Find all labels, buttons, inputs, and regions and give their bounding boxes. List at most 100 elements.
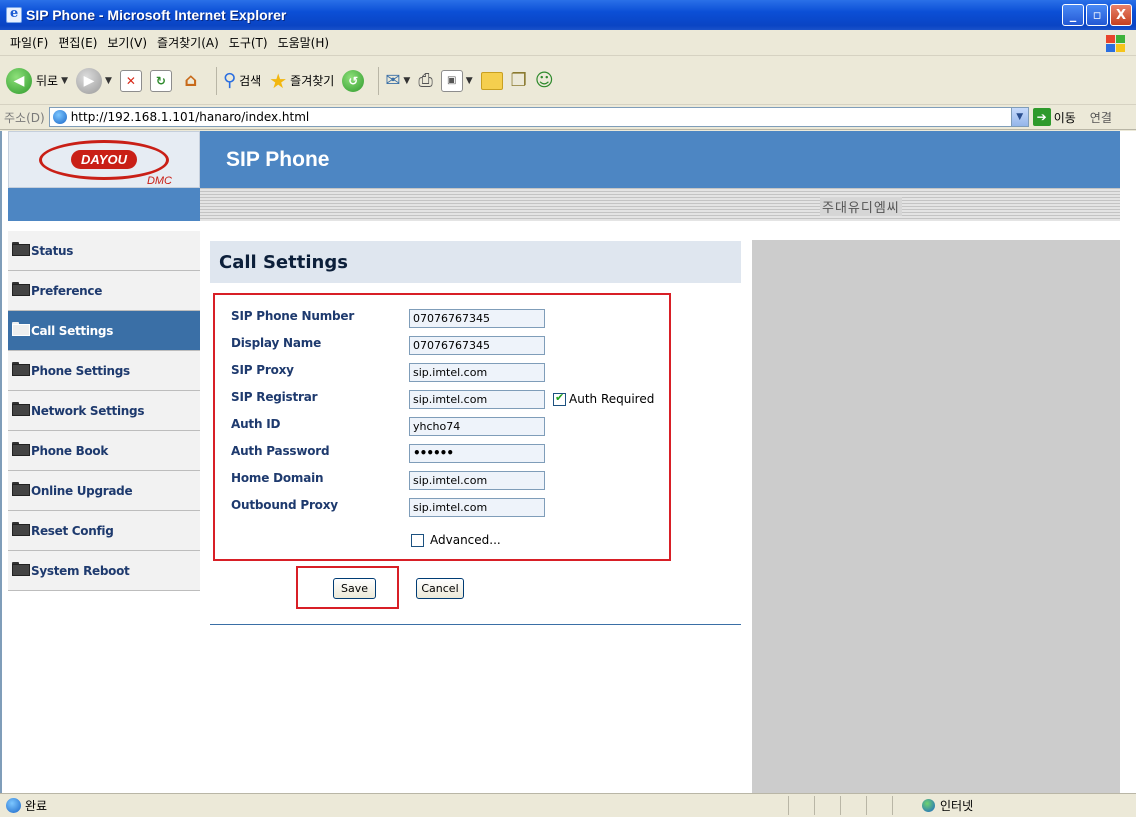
security-zone: 인터넷: [922, 797, 973, 814]
menu-bar: 파일(F) 편집(E) 보기(V) 즐겨찾기(A) 도구(T) 도움말(H): [0, 30, 1136, 56]
printer-icon: ⎙: [418, 70, 433, 91]
sidebar-item-status[interactable]: Status: [8, 231, 200, 271]
search-button[interactable]: ⚲ 검색: [223, 70, 261, 91]
folder-icon: [12, 361, 30, 376]
folder-icon: [480, 71, 503, 90]
folder-icon: [12, 561, 30, 576]
menu-help[interactable]: 도움말(H): [278, 34, 330, 51]
sip-registrar-field[interactable]: sip.imtel.com: [409, 390, 545, 409]
auth-required-checkbox[interactable]: [553, 391, 566, 406]
toolbar-separator: [215, 66, 217, 95]
form-row-sip-phone-number: SIP Phone Number 07076767345: [221, 307, 661, 331]
chevron-down-icon[interactable]: ▼: [105, 76, 112, 86]
sip-phone-number-field[interactable]: 07076767345: [409, 309, 545, 328]
go-label: 이동: [1053, 110, 1076, 125]
address-bar: 주소(D) http://192.168.1.101/hanaro/index.…: [0, 105, 1136, 130]
page-title: Call Settings: [219, 251, 348, 273]
refresh-button[interactable]: ↻: [149, 69, 172, 92]
home-button[interactable]: ⌂: [180, 70, 202, 92]
auth-id-field[interactable]: yhcho74: [409, 417, 545, 436]
field-label: Outbound Proxy: [231, 498, 338, 512]
auth-required-option[interactable]: Auth Required: [553, 391, 654, 406]
folder-icon: [12, 281, 30, 296]
sidebar-item-network-settings[interactable]: Network Settings: [8, 391, 200, 431]
status-cell: [892, 796, 918, 815]
back-label: 뒤로: [36, 74, 59, 88]
sidebar-item-phone-settings[interactable]: Phone Settings: [8, 351, 200, 391]
stop-button[interactable]: ✕: [119, 69, 142, 92]
advanced-option[interactable]: Advanced...: [411, 533, 501, 547]
history-button[interactable]: ↺: [342, 69, 365, 92]
go-button[interactable]: ➔ 이동: [1032, 108, 1076, 126]
page-icon: [52, 110, 67, 124]
field-label: SIP Phone Number: [231, 309, 355, 323]
favorites-button[interactable]: ★ 즐겨찾기: [269, 69, 334, 93]
menu-file[interactable]: 파일(F): [10, 34, 48, 51]
links-label[interactable]: 연결: [1090, 109, 1112, 126]
auth-password-field[interactable]: ••••••: [409, 444, 545, 463]
sidebar-item-call-settings[interactable]: Call Settings: [8, 311, 200, 351]
window-title-bar[interactable]: SIP Phone - Microsoft Internet Explorer …: [0, 0, 1136, 30]
chevron-down-icon[interactable]: ▼: [61, 76, 68, 86]
status-cells: [788, 796, 918, 815]
chevron-down-icon[interactable]: ▼: [403, 76, 410, 86]
menu-view[interactable]: 보기(V): [107, 34, 147, 51]
minimize-button[interactable]: _: [1062, 4, 1084, 26]
field-label: Display Name: [231, 336, 322, 350]
form-row-home-domain: Home Domain sip.imtel.com: [221, 469, 661, 493]
menu-edit[interactable]: 편집(E): [58, 34, 97, 51]
address-url: http://192.168.1.101/hanaro/index.html: [70, 110, 310, 124]
section-title-band: Call Settings: [210, 241, 741, 283]
home-domain-field[interactable]: sip.imtel.com: [409, 471, 545, 490]
sidebar-item-preference[interactable]: Preference: [8, 271, 200, 311]
cancel-button[interactable]: Cancel: [416, 578, 464, 599]
search-label: 검색: [239, 74, 262, 88]
advanced-checkbox[interactable]: [411, 533, 424, 547]
scrollbar-area[interactable]: [1120, 131, 1136, 793]
edit-icon: ▣: [440, 69, 463, 92]
messenger-icon: ☺: [534, 70, 554, 91]
folder-icon: [12, 521, 30, 536]
edit-button[interactable]: ▣ ▼: [440, 69, 473, 92]
sidebar-item-label: Call Settings: [31, 323, 114, 338]
messenger-button[interactable]: ☺: [535, 70, 554, 91]
status-text: 완료: [25, 799, 48, 813]
folder-button[interactable]: [480, 71, 503, 90]
forward-button[interactable]: ▶ ▼: [76, 67, 112, 94]
folder-icon: [12, 241, 30, 256]
research-button[interactable]: ❐: [511, 70, 527, 91]
display-name-field[interactable]: 07076767345: [409, 336, 545, 355]
save-button[interactable]: Save: [333, 578, 376, 599]
divider: [210, 624, 741, 625]
sidebar-item-label: Phone Settings: [31, 363, 130, 378]
ie-icon: [6, 6, 22, 23]
maximize-button[interactable]: ▫: [1086, 4, 1108, 26]
menu-favorites[interactable]: 즐겨찾기(A): [157, 34, 219, 51]
menu-tools[interactable]: 도구(T): [229, 34, 268, 51]
address-input[interactable]: http://192.168.1.101/hanaro/index.html ▼: [48, 107, 1029, 127]
header-subband-left: [8, 188, 200, 221]
browser-content: DAYOU DMC SIP Phone 주대유디엠씨 Status Prefer…: [0, 131, 1136, 793]
go-arrow-icon: ➔: [1032, 108, 1051, 126]
mail-button[interactable]: ✉ ▼: [385, 70, 410, 91]
page-header: SIP Phone: [200, 131, 1120, 188]
print-button[interactable]: ⎙: [418, 70, 432, 91]
close-button[interactable]: X: [1110, 4, 1132, 26]
sip-proxy-field[interactable]: sip.imtel.com: [409, 363, 545, 382]
right-panel: [752, 240, 1136, 793]
sidebar-item-system-reboot[interactable]: System Reboot: [8, 551, 200, 591]
back-button[interactable]: ◀ 뒤로 ▼: [6, 67, 68, 94]
sidebar-item-online-upgrade[interactable]: Online Upgrade: [8, 471, 200, 511]
status-bar: 완료 인터넷: [0, 793, 1136, 817]
sidebar-item-phone-book[interactable]: Phone Book: [8, 431, 200, 471]
forward-arrow-icon: ▶: [76, 67, 103, 94]
sidebar-item-label: Online Upgrade: [31, 483, 133, 498]
outbound-proxy-field[interactable]: sip.imtel.com: [409, 498, 545, 517]
sidebar-item-label: Phone Book: [31, 443, 109, 458]
field-label: SIP Proxy: [231, 363, 294, 377]
chevron-down-icon[interactable]: ▼: [466, 76, 473, 86]
star-icon: ★: [269, 68, 288, 93]
sidebar-item-reset-config[interactable]: Reset Config: [8, 511, 200, 551]
chevron-down-icon[interactable]: ▼: [1010, 108, 1028, 126]
status-cell: [840, 796, 866, 815]
